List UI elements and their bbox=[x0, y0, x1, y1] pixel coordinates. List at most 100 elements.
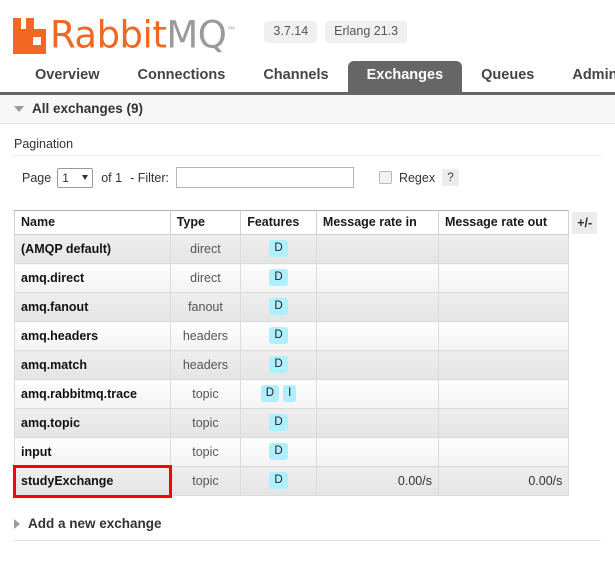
cell-message-rate-in bbox=[315, 379, 439, 409]
cell-exchange-type: topic bbox=[169, 437, 242, 467]
tab-channels[interactable]: Channels bbox=[244, 61, 347, 92]
cell-exchange-features: D bbox=[240, 466, 317, 496]
cell-exchange-type: headers bbox=[169, 350, 242, 380]
cell-exchange-name[interactable]: studyExchange bbox=[12, 464, 173, 498]
filter-label: - Filter: bbox=[130, 170, 169, 185]
pagination-block: Pagination Page 1 of 1 - Filter: Regex ? bbox=[0, 124, 615, 188]
tab-admin[interactable]: Admin bbox=[553, 61, 615, 92]
cell-exchange-features: D bbox=[240, 292, 317, 322]
page-select-value: 1 bbox=[62, 170, 69, 185]
table-row: (AMQP default) direct D bbox=[14, 234, 601, 264]
cell-message-rate-in bbox=[315, 234, 439, 264]
cell-exchange-features: D bbox=[240, 350, 317, 380]
cell-exchange-features: D bbox=[240, 408, 317, 438]
page-select[interactable]: 1 bbox=[57, 167, 94, 188]
chevron-right-icon[interactable] bbox=[14, 518, 20, 529]
cell-exchange-type: topic bbox=[169, 408, 242, 438]
cell-exchange-name[interactable]: amq.direct bbox=[14, 263, 171, 293]
column-header-features[interactable]: Features bbox=[240, 210, 317, 235]
exchanges-table-wrapper: Name Type Features Message rate in Messa… bbox=[0, 188, 615, 498]
cell-message-rate-out bbox=[437, 379, 570, 409]
app-header: RabbitMQ™ 3.7.14 Erlang 21.3 bbox=[0, 0, 615, 60]
cell-message-rate-out bbox=[437, 408, 570, 438]
cell-exchange-type: direct bbox=[169, 263, 242, 293]
erlang-version-badge: Erlang 21.3 bbox=[325, 21, 408, 43]
cell-message-rate-out bbox=[437, 321, 570, 351]
cell-spacer bbox=[568, 234, 601, 264]
cell-message-rate-out bbox=[437, 437, 570, 467]
cell-message-rate-out bbox=[437, 350, 570, 380]
cell-exchange-name[interactable]: amq.headers bbox=[14, 321, 171, 351]
tab-connections[interactable]: Connections bbox=[119, 61, 245, 92]
table-row: amq.headers headers D bbox=[14, 321, 601, 351]
cell-exchange-type: topic bbox=[169, 379, 242, 409]
cell-exchange-name[interactable]: input bbox=[14, 437, 171, 467]
feature-badge[interactable]: D bbox=[269, 414, 288, 431]
cell-message-rate-in bbox=[315, 350, 439, 380]
cell-exchange-name[interactable]: amq.fanout bbox=[14, 292, 171, 322]
feature-badge[interactable]: D bbox=[269, 240, 288, 257]
column-header-name[interactable]: Name bbox=[14, 210, 171, 235]
cell-message-rate-in bbox=[315, 292, 439, 322]
chevron-down-icon[interactable] bbox=[14, 105, 24, 112]
cell-message-rate-in bbox=[315, 263, 439, 293]
cell-exchange-name[interactable]: (AMQP default) bbox=[14, 234, 171, 264]
add-new-exchange-label: Add a new exchange bbox=[28, 516, 162, 531]
chevron-down-icon bbox=[82, 175, 89, 180]
cell-message-rate-out bbox=[437, 234, 570, 264]
regex-help-icon[interactable]: ? bbox=[442, 169, 459, 186]
cell-message-rate-in: 0.00/s bbox=[315, 466, 439, 496]
feature-badge[interactable]: D bbox=[269, 472, 288, 489]
cell-message-rate-in bbox=[315, 321, 439, 351]
cell-spacer bbox=[568, 379, 601, 409]
add-new-exchange-section[interactable]: Add a new exchange bbox=[14, 512, 601, 541]
feature-badge[interactable]: D bbox=[269, 298, 288, 315]
table-row: input topic D bbox=[14, 437, 601, 467]
column-header-message-rate-out[interactable]: Message rate out bbox=[437, 210, 570, 235]
regex-checkbox[interactable] bbox=[378, 171, 392, 184]
all-exchanges-section-header[interactable]: All exchanges (9) bbox=[0, 95, 615, 124]
rabbitmq-logo[interactable]: RabbitMQ™ bbox=[12, 12, 236, 55]
exchanges-table: Name Type Features Message rate in Messa… bbox=[12, 210, 601, 498]
cell-message-rate-out bbox=[437, 292, 570, 322]
feature-badge[interactable]: I bbox=[283, 385, 297, 402]
logo-text-mq: MQ bbox=[166, 13, 227, 57]
cell-spacer bbox=[568, 263, 601, 293]
rabbitmq-version-badge: 3.7.14 bbox=[264, 21, 318, 43]
logo-text-rabbit: Rabbit bbox=[50, 13, 167, 57]
cell-spacer bbox=[568, 292, 601, 322]
tab-queues[interactable]: Queues bbox=[462, 61, 553, 92]
section-title: All exchanges (9) bbox=[32, 101, 144, 116]
table-row: amq.topic topic D bbox=[14, 408, 601, 438]
cell-spacer bbox=[568, 408, 601, 438]
table-row: studyExchange topic D 0.00/s 0.00/s bbox=[12, 464, 601, 498]
cell-exchange-type: fanout bbox=[169, 292, 242, 322]
feature-badge[interactable]: D bbox=[260, 385, 280, 402]
column-header-message-rate-in[interactable]: Message rate in bbox=[315, 210, 439, 235]
table-row: amq.match headers D bbox=[14, 350, 601, 380]
logo-wordmark: RabbitMQ™ bbox=[50, 12, 236, 55]
feature-badge[interactable]: D bbox=[269, 443, 288, 460]
tab-exchanges[interactable]: Exchanges bbox=[347, 61, 463, 92]
cell-exchange-name[interactable]: amq.rabbitmq.trace bbox=[14, 379, 171, 409]
column-header-type[interactable]: Type bbox=[169, 210, 242, 235]
cell-spacer bbox=[568, 321, 601, 351]
feature-badge[interactable]: D bbox=[269, 269, 288, 286]
page-label: Page bbox=[22, 170, 52, 185]
trademark-symbol: ™ bbox=[226, 26, 237, 38]
cell-exchange-features: D bbox=[240, 263, 317, 293]
cell-exchange-name[interactable]: amq.topic bbox=[14, 408, 171, 438]
table-header-row: Name Type Features Message rate in Messa… bbox=[14, 210, 601, 235]
feature-badge[interactable]: D bbox=[269, 356, 288, 373]
tab-overview[interactable]: Overview bbox=[16, 61, 119, 92]
cell-spacer bbox=[568, 437, 601, 467]
toggle-columns-button[interactable]: +/- bbox=[572, 211, 598, 234]
cell-exchange-type: direct bbox=[169, 234, 242, 264]
exchanges-table-body: (AMQP default) direct Damq.direct direct Dam… bbox=[12, 234, 601, 498]
filter-input[interactable] bbox=[175, 167, 354, 188]
column-toggle-header: +/- bbox=[568, 210, 601, 235]
cell-exchange-name[interactable]: amq.match bbox=[14, 350, 171, 380]
feature-badge[interactable]: D bbox=[269, 327, 288, 344]
cell-exchange-features: DI bbox=[240, 379, 317, 409]
table-row: amq.fanout fanout D bbox=[14, 292, 601, 322]
